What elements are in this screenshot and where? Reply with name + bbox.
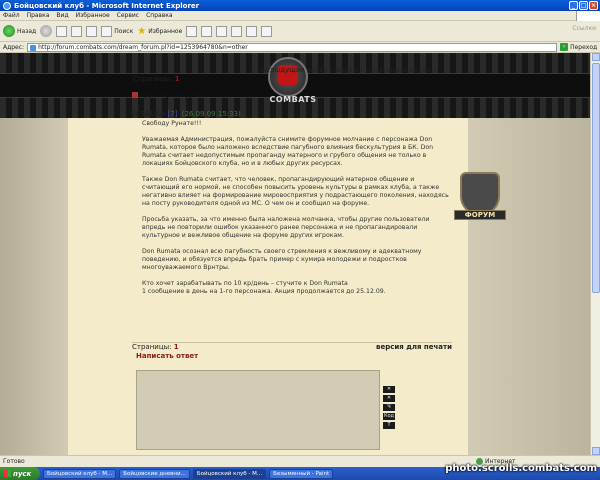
site-logo[interactable]: COMBATS <box>258 55 318 111</box>
window-controls: _ □ × <box>569 1 598 10</box>
post-paragraph: Кто хочет зарабатывать по 10 кр/день – с… <box>142 280 386 295</box>
menu-bar: Файл Правка Вид Избранное Сервис Справка <box>0 11 600 21</box>
page-link[interactable]: 1 <box>175 75 180 83</box>
taskbar-item[interactable]: Бойцовский клуб - М... <box>192 468 267 479</box>
post-author[interactable]: VESELKA <box>130 110 165 118</box>
start-label: пуск <box>13 469 32 478</box>
start-button[interactable]: пуск <box>0 467 40 480</box>
edit-icon[interactable] <box>231 25 243 37</box>
print-version-link[interactable]: версия для печати <box>376 343 452 351</box>
ie-icon <box>3 1 11 10</box>
thread-title: Где справедливость? <box>132 91 227 99</box>
format-button[interactable]: Т <box>383 422 395 429</box>
close-button[interactable]: × <box>589 1 598 10</box>
post-paragraph: Свободу Рунате!!! <box>142 120 202 127</box>
toolbar: Назад Поиск ★ Избранное Ссылки <box>0 21 600 42</box>
menu-tools[interactable]: Сервис <box>117 12 139 19</box>
forum-badge[interactable]: ФОРУМ <box>454 166 506 226</box>
refresh-icon[interactable] <box>71 25 83 37</box>
thread-navigation: « предыдущая ветвь | форум | следующая в… <box>250 66 437 74</box>
menu-edit[interactable]: Правка <box>27 12 50 19</box>
forum-link[interactable]: форум <box>334 66 358 74</box>
menu-view[interactable]: Вид <box>56 12 68 19</box>
vertical-scrollbar[interactable] <box>590 53 600 455</box>
maximize-button[interactable]: □ <box>579 1 588 10</box>
search-icon <box>101 25 113 37</box>
site-banner: COMBATS <box>0 53 590 118</box>
pagination-bottom: Страницы: 1 версия для печати <box>132 342 452 351</box>
go-label: Переход <box>570 43 598 51</box>
nav-separator: | <box>329 66 332 74</box>
address-input[interactable]: http://forum.combats.com/dream_forum.pl?… <box>27 42 558 52</box>
search-button[interactable]: Поиск <box>101 25 134 37</box>
thread-title-text: Где справедливость? <box>140 91 227 99</box>
taskbar-item[interactable]: Безымянный - Paint <box>269 468 334 479</box>
minimize-button[interactable]: _ <box>569 1 578 10</box>
post-paragraph: Также Don Rumata считает, что человек, п… <box>142 176 449 207</box>
back-arrow-icon <box>3 25 15 37</box>
menu-file[interactable]: Файл <box>3 12 20 19</box>
reply-title: Написать ответ <box>136 352 199 360</box>
address-label: Адрес: <box>3 43 25 51</box>
stop-icon[interactable] <box>56 25 68 37</box>
forum-post: VESELKA [7] (26.09.09 15:33) Свободу Рун… <box>130 110 450 339</box>
code-button[interactable]: Код <box>383 413 395 420</box>
format-button[interactable]: Ч <box>383 404 395 411</box>
post-paragraph: Просьба указать, за что именно была нало… <box>142 216 430 239</box>
format-button[interactable]: ✕ <box>383 395 395 402</box>
post-date: (26.09.09 15:33) <box>181 110 241 118</box>
favorites-button[interactable]: ★ Избранное <box>137 26 182 37</box>
scroll-thumb[interactable] <box>592 63 600 293</box>
go-arrow-icon: › <box>560 43 569 51</box>
thread-bullet-icon <box>132 92 138 98</box>
next-thread-link[interactable]: следующая ветвь » <box>365 66 437 74</box>
reply-textarea[interactable] <box>136 370 380 450</box>
forward-button[interactable] <box>40 25 53 37</box>
post-paragraph: Don Rumata осознал всю пагубность своего… <box>142 248 422 271</box>
format-button[interactable]: ✕ <box>383 386 395 393</box>
prev-thread-link[interactable]: « предыдущая ветвь <box>250 66 327 74</box>
search-label: Поиск <box>114 27 134 35</box>
scroll-up-arrow-icon[interactable] <box>592 53 600 61</box>
back-button[interactable]: Назад <box>3 25 36 37</box>
star-icon: ★ <box>137 25 147 37</box>
watermark: photo.scrolls.combats.com <box>445 463 597 474</box>
taskbar-item[interactable]: Бойцовские дневни... <box>119 468 190 479</box>
menu-help[interactable]: Справка <box>146 12 172 19</box>
address-bar: Адрес: http://forum.combats.com/dream_fo… <box>0 42 600 53</box>
post-body: Свободу Рунате!!! Уважаемая Администраци… <box>130 120 450 296</box>
back-label: Назад <box>17 27 37 35</box>
pages-label: Страницы: <box>133 75 173 83</box>
messenger-icon[interactable] <box>261 25 273 37</box>
window-title: Бойцовский клуб - Microsoft Internet Exp… <box>14 1 200 10</box>
pages-label: Страницы: <box>132 343 172 351</box>
logo-text: COMBATS <box>269 95 317 104</box>
history-icon[interactable] <box>186 25 198 37</box>
post-header: VESELKA [7] (26.09.09 15:33) <box>130 110 450 118</box>
left-decoration <box>0 118 68 455</box>
mail-icon[interactable] <box>201 25 213 37</box>
menu-favorites[interactable]: Избранное <box>76 12 110 19</box>
reply-format-buttons: ✕ ✕ Ч Код Т <box>383 386 395 429</box>
page-link[interactable]: 1 <box>174 343 179 351</box>
favorites-label: Избранное <box>148 27 183 35</box>
window-titlebar[interactable]: Бойцовский клуб - Microsoft Internet Exp… <box>0 0 600 11</box>
author-level: [7] <box>167 110 178 118</box>
windows-flag-icon <box>4 470 11 477</box>
post-paragraph: Уважаемая Администрация, пожалуйста сним… <box>142 136 434 167</box>
print-icon[interactable] <box>216 25 228 37</box>
forum-badge-label: ФОРУМ <box>454 210 506 220</box>
links-label[interactable]: Ссылки <box>572 25 596 32</box>
taskbar-item[interactable]: Бойцовский клуб - М... <box>43 468 117 479</box>
nav-separator: | <box>360 66 363 74</box>
discuss-icon[interactable] <box>246 25 258 37</box>
home-icon[interactable] <box>86 25 98 37</box>
windows-logo <box>576 11 600 21</box>
scroll-down-arrow-icon[interactable] <box>592 447 600 455</box>
status-text: Готово <box>3 458 25 465</box>
pagination-top: Страницы: 1 <box>133 75 180 83</box>
go-button[interactable]: › Переход <box>560 43 597 51</box>
